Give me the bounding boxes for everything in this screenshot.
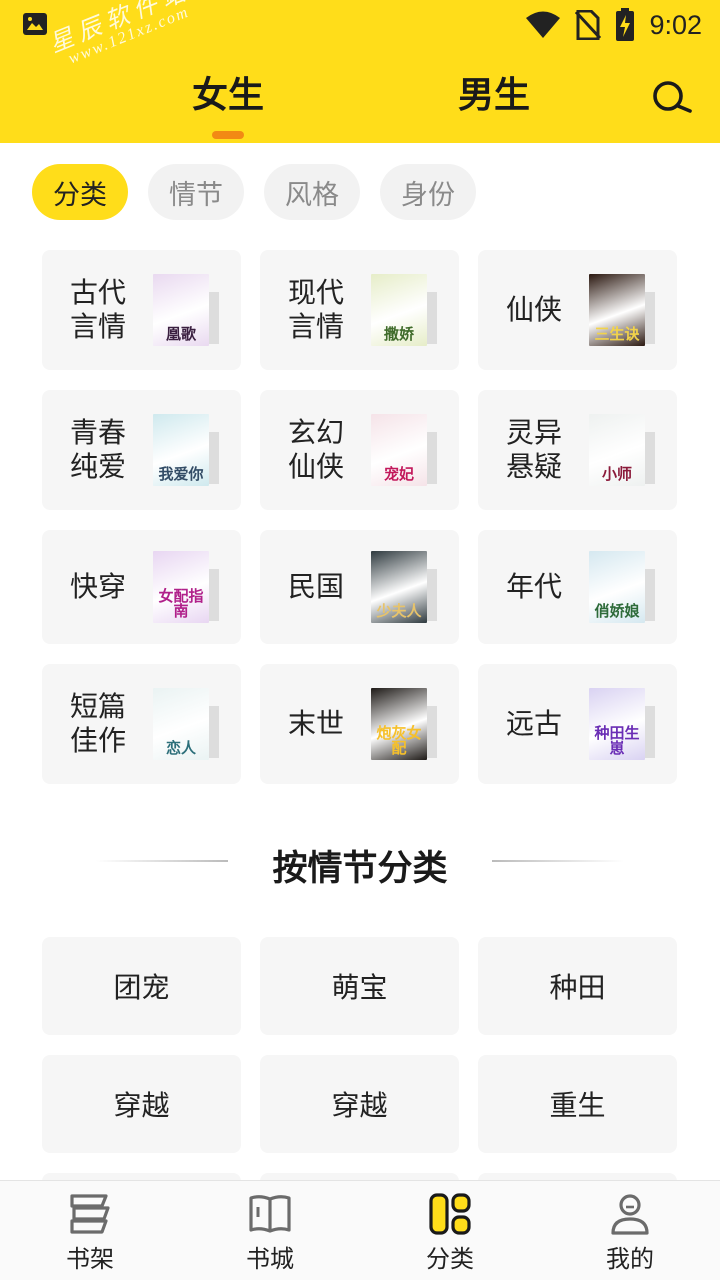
genre-card[interactable]: 仙侠 三生诀: [478, 250, 677, 370]
cover-title: 撒娇: [383, 325, 414, 343]
genre-label: 末世: [288, 707, 345, 740]
genre-card[interactable]: 末世 炮灰女配: [260, 664, 459, 784]
genre-label: 仙侠: [506, 293, 563, 326]
filter-chips: 分类 情节 风格 身份: [32, 164, 476, 220]
filter-chip-style[interactable]: 风格: [264, 164, 360, 220]
clock: 9:02: [649, 9, 702, 40]
genre-card[interactable]: 短篇佳作 恋人: [42, 664, 241, 784]
tab-male[interactable]: 男生: [458, 66, 530, 118]
plot-grid: 团宠 萌宝 种田 穿越 穿越 重生: [42, 937, 678, 1193]
genre-label: 灵异悬疑: [506, 416, 563, 483]
status-bar: 9:02: [0, 0, 720, 50]
cover-title: 凰歌: [165, 325, 196, 343]
genre-grid: 古代言情 凰歌 现代言情 撒娇 仙侠 三生诀 青春纯爱 我爱你 玄幻仙侠 宠妃: [42, 250, 678, 804]
genre-card[interactable]: 年代 俏娇娘: [478, 530, 677, 644]
genre-label: 古代言情: [70, 276, 127, 343]
profile-icon: [611, 1194, 649, 1235]
book-cover: 俏娇娘: [589, 551, 655, 623]
genre-label: 远古: [506, 707, 563, 740]
image-icon: [23, 13, 47, 35]
genre-label: 短篇佳作: [70, 690, 127, 757]
cover-title: 小师: [601, 465, 632, 483]
plot-card[interactable]: 重生: [478, 1055, 677, 1153]
plot-card[interactable]: 穿越: [260, 1055, 459, 1153]
genre-label: 民国: [288, 570, 345, 603]
section-title: 按情节分类: [272, 849, 448, 889]
book-cover: 种田生崽: [589, 688, 655, 760]
book-cover: 小师: [589, 414, 655, 486]
cover-title: 种田生崽: [594, 724, 640, 757]
book-cover: 少夫人: [371, 551, 437, 623]
plot-card[interactable]: 种田: [478, 937, 677, 1035]
top-header: 9:02 星辰软件站 www.121xz.com 女生 男生: [0, 0, 720, 143]
cover-title: 三生诀: [594, 325, 640, 343]
bookshelf-icon: [70, 1194, 110, 1234]
nav-label: 书城: [246, 1245, 294, 1273]
cover-title: 恋人: [165, 739, 196, 757]
bottom-nav: 书架 书城 分类 我的: [0, 1180, 720, 1280]
wifi-icon: [526, 11, 561, 38]
nav-item-category[interactable]: 分类: [360, 1181, 540, 1280]
book-cover: 撒娇: [371, 274, 437, 346]
genre-label: 玄幻仙侠: [288, 416, 345, 483]
filter-chip-category[interactable]: 分类: [32, 164, 128, 220]
genre-card[interactable]: 青春纯爱 我爱你: [42, 390, 241, 510]
book-cover: 三生诀: [589, 274, 655, 346]
divider-line: [492, 860, 624, 862]
genre-label: 现代言情: [288, 276, 345, 343]
cover-title: 少夫人: [376, 602, 422, 620]
nav-item-profile[interactable]: 我的: [540, 1181, 720, 1280]
active-tab-indicator: [212, 131, 244, 139]
no-sim-icon: [575, 10, 602, 40]
plot-card[interactable]: 团宠: [42, 937, 241, 1035]
genre-label: 快穿: [70, 570, 127, 603]
book-cover: 恋人: [153, 688, 219, 760]
book-cover: 炮灰女配: [371, 688, 437, 760]
plot-card[interactable]: 萌宝: [260, 937, 459, 1035]
nav-item-bookstore[interactable]: 书城: [180, 1181, 360, 1280]
category-icon: [429, 1193, 471, 1235]
nav-item-bookshelf[interactable]: 书架: [0, 1181, 180, 1280]
genre-card[interactable]: 现代言情 撒娇: [260, 250, 459, 370]
book-cover: 凰歌: [153, 274, 219, 346]
search-icon[interactable]: [650, 78, 694, 118]
book-cover: 女配指南: [153, 551, 219, 623]
cover-title: 女配指南: [158, 587, 204, 620]
genre-label: 年代: [506, 570, 563, 603]
genre-card[interactable]: 快穿 女配指南: [42, 530, 241, 644]
genre-card[interactable]: 古代言情 凰歌: [42, 250, 241, 370]
cover-title: 宠妃: [383, 465, 414, 483]
genre-card[interactable]: 民国 少夫人: [260, 530, 459, 644]
nav-label: 分类: [426, 1245, 474, 1273]
tab-female[interactable]: 女生: [192, 66, 264, 118]
plot-card[interactable]: 穿越: [42, 1055, 241, 1153]
nav-label: 书架: [66, 1245, 114, 1273]
filter-chip-plot[interactable]: 情节: [148, 164, 244, 220]
cover-title: 我爱你: [158, 465, 204, 483]
filter-chip-identity[interactable]: 身份: [380, 164, 476, 220]
cover-title: 俏娇娘: [594, 602, 640, 620]
genre-card[interactable]: 远古 种田生崽: [478, 664, 677, 784]
book-cover: 我爱你: [153, 414, 219, 486]
genre-card[interactable]: 灵异悬疑 小师: [478, 390, 677, 510]
book-cover: 宠妃: [371, 414, 437, 486]
battery-charging-icon: [616, 8, 635, 41]
genre-label: 青春纯爱: [70, 416, 127, 483]
book-icon: [249, 1195, 291, 1233]
genre-card[interactable]: 玄幻仙侠 宠妃: [260, 390, 459, 510]
plot-section-header: 按情节分类: [0, 838, 720, 889]
nav-label: 我的: [606, 1245, 654, 1273]
cover-title: 炮灰女配: [376, 724, 422, 757]
